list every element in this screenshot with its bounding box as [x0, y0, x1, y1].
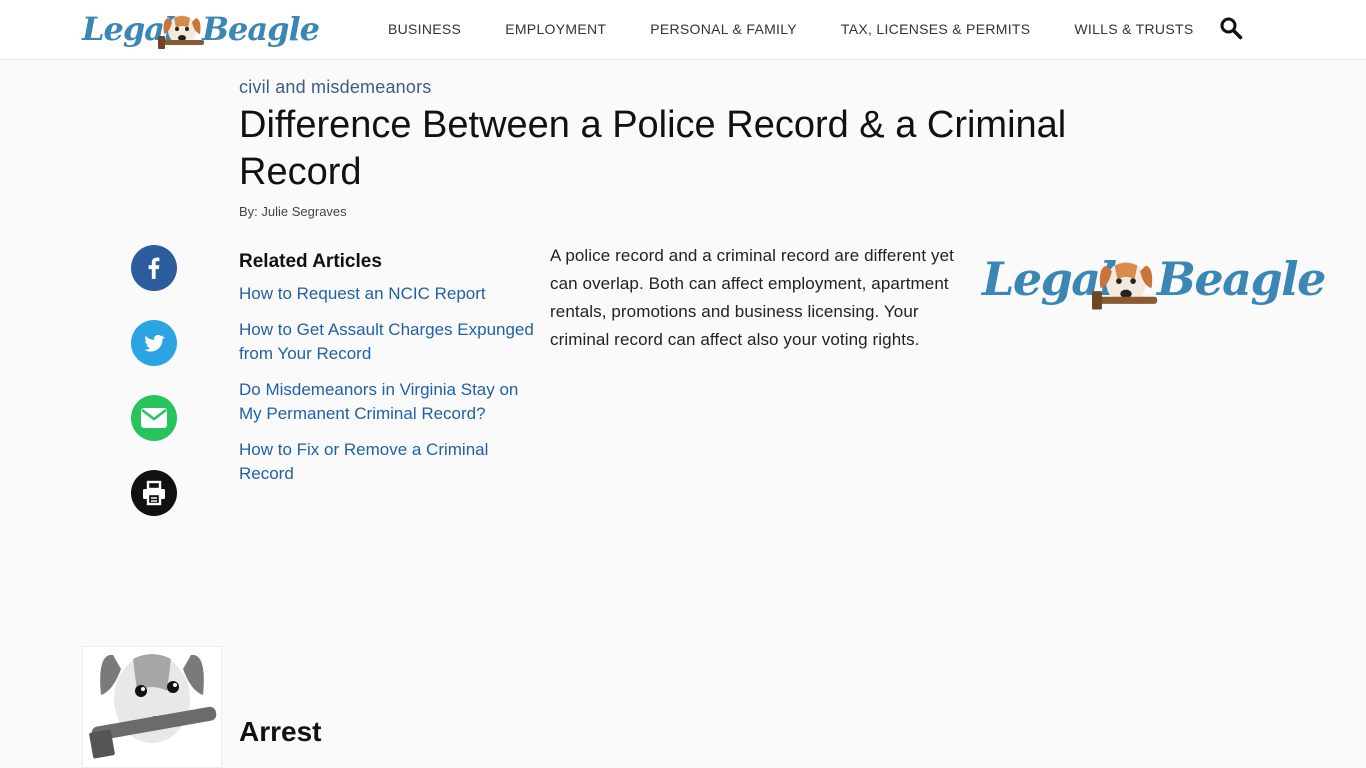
print-icon [143, 480, 165, 506]
related-articles-heading: Related Articles [239, 251, 382, 272]
logo-text-beagle: Beagle [1157, 252, 1326, 306]
article-title: Difference Between a Police Record & a C… [239, 104, 1067, 193]
article-image-logo: Legal Beagle [982, 252, 1326, 324]
section-heading: Arrest [239, 716, 322, 747]
share-facebook-button[interactable] [131, 245, 177, 291]
twitter-icon [144, 334, 165, 352]
article-byline: By: Julie Segraves [239, 204, 347, 219]
related-link[interactable]: How to Get Assault Charges Expunged from… [239, 318, 534, 366]
share-email-button[interactable] [131, 395, 177, 441]
facebook-icon [148, 257, 160, 279]
beagle-logo-icon [158, 15, 204, 49]
nav-business[interactable]: BUSINESS [366, 21, 483, 37]
beagle-logo-icon [1092, 261, 1158, 310]
nav-wills-trusts[interactable]: WILLS & TRUSTS [1052, 21, 1215, 37]
share-print-button[interactable] [131, 470, 177, 516]
share-twitter-button[interactable] [131, 320, 177, 366]
search-icon[interactable] [1219, 16, 1243, 40]
beagle-mascot-icon [89, 654, 217, 759]
nav-employment[interactable]: EMPLOYMENT [483, 21, 628, 37]
main-nav: BUSINESS EMPLOYMENT PERSONAL & FAMILY TA… [366, 0, 1215, 58]
nav-tax-licenses-permits[interactable]: TAX, LICENSES & PERMITS [819, 21, 1052, 37]
related-link[interactable]: How to Fix or Remove a Criminal Record [239, 438, 534, 486]
related-link[interactable]: Do Misdemeanors in Virginia Stay on My P… [239, 378, 534, 426]
related-link[interactable]: How to Request an NCIC Report [239, 282, 534, 306]
email-icon [141, 408, 167, 428]
section-image-card [82, 646, 222, 768]
nav-personal-family[interactable]: PERSONAL & FAMILY [628, 21, 819, 37]
site-header: Legal Beagle BUSINESS EMPLOYMENT PERSONA… [0, 0, 1366, 60]
article-intro: A police record and a criminal record ar… [550, 246, 954, 349]
article-category[interactable]: civil and misdemeanors [239, 77, 431, 98]
related-articles: Related Articles How to Request an NCIC … [239, 251, 534, 498]
site-logo[interactable]: Legal Beagle [82, 8, 320, 56]
logo-text-beagle: Beagle [202, 10, 320, 48]
